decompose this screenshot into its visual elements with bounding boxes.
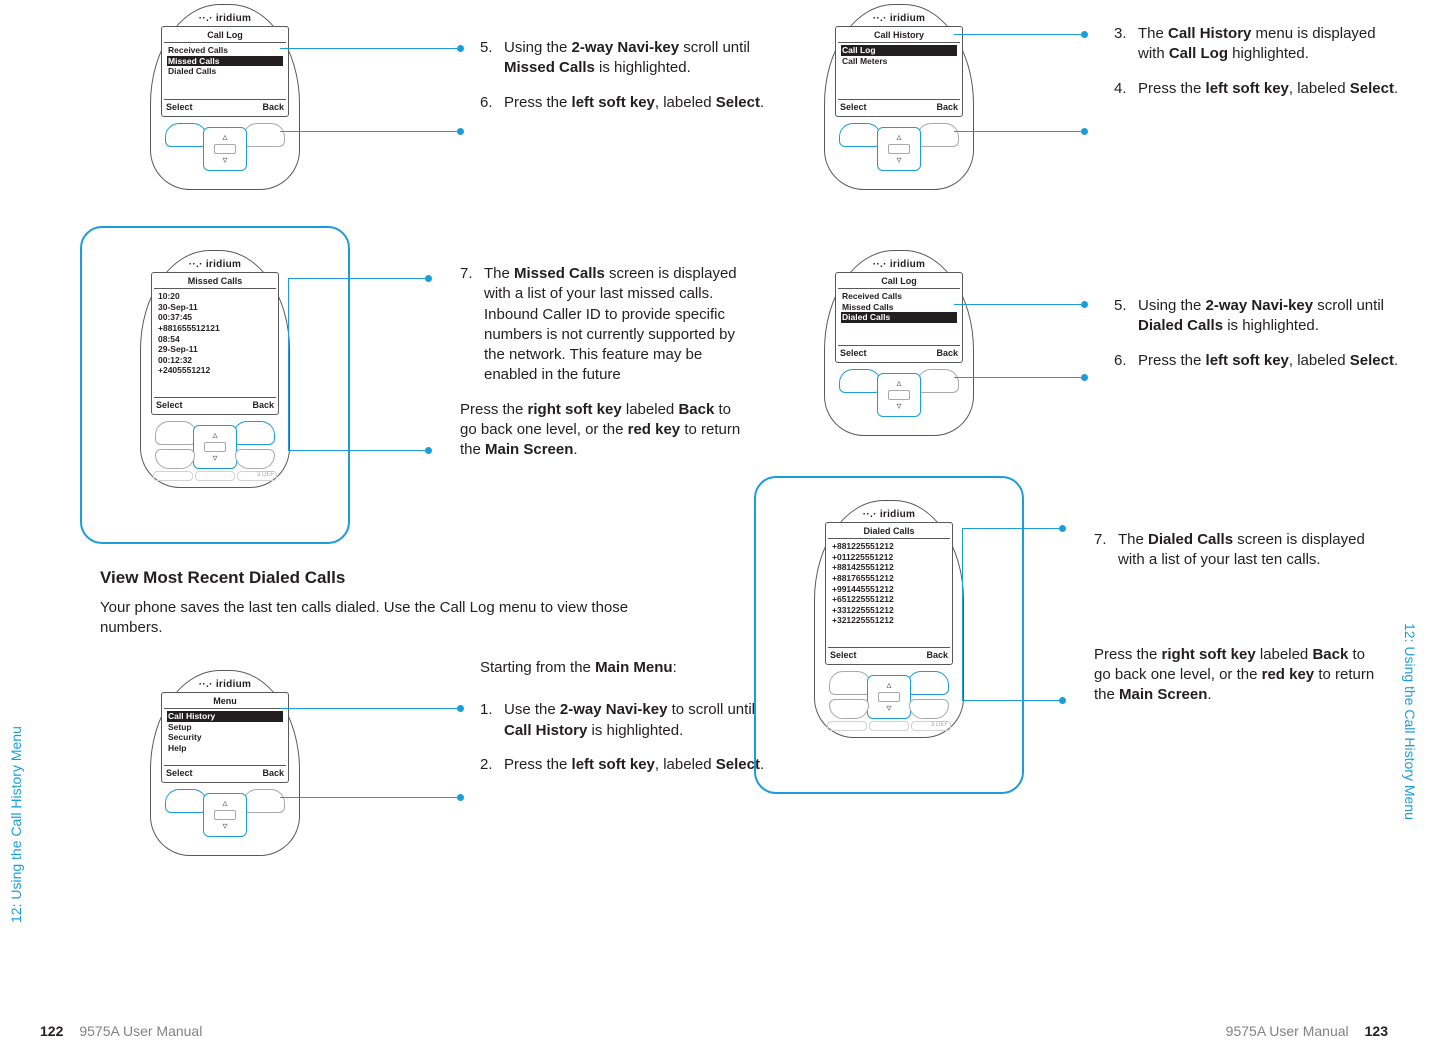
left-soft-key[interactable] — [829, 671, 871, 695]
screen-title: Call History — [838, 29, 960, 43]
navi-key[interactable]: ▵ ▿ — [203, 127, 247, 171]
page-right: 12: Using the Call History Menu iridium … — [714, 0, 1428, 1063]
red-key[interactable] — [909, 699, 949, 719]
navi-key[interactable]: ▵▿ — [867, 675, 911, 719]
row-l2: iridium Missed Calls 10:2030-Sep-1100:37… — [100, 240, 750, 530]
screen-body: Received CallsMissed CallsDialed Calls — [164, 43, 286, 99]
softkey-back-label: Back — [262, 102, 284, 112]
screen-title: Call Log — [838, 275, 960, 289]
left-soft-key[interactable] — [839, 369, 881, 393]
section-heading: View Most Recent Dialed Calls — [100, 568, 660, 588]
row-r1: iridium Call History Call LogCall Meters… — [804, 4, 1404, 190]
note-text: Press the right soft key labeled Back to… — [460, 400, 750, 461]
navi-key[interactable]: ▵▿ — [193, 425, 237, 469]
manual-name: 9575A User Manual — [79, 1023, 202, 1039]
row-l1: iridium Call Log Received CallsMissed Ca… — [130, 4, 770, 190]
left-soft-key[interactable] — [165, 789, 207, 813]
nav-down-icon: ▿ — [222, 155, 227, 166]
navi-key[interactable]: ▵▿ — [877, 127, 921, 171]
green-key[interactable] — [155, 449, 195, 469]
screen-body: +881225551212+011225551212+881425551212+… — [828, 539, 950, 647]
row-r3: iridium Dialed Calls +881225551212+01122… — [774, 490, 1384, 780]
screen-body: Call HistorySetupSecurityHelp — [164, 709, 286, 765]
phone-r3: iridium Dialed Calls +881225551212+01122… — [774, 490, 1004, 780]
red-key[interactable] — [235, 449, 275, 469]
page-number: 122 — [40, 1023, 63, 1039]
screen-body: Received CallsMissed CallsDialed Calls — [838, 289, 960, 345]
phone-l2: iridium Missed Calls 10:2030-Sep-1100:37… — [100, 240, 330, 530]
navi-key[interactable]: ▵▿ — [877, 373, 921, 417]
footer-left: 122 9575A User Manual — [40, 1023, 202, 1039]
steps-r1: 3.The Call History menu is displayed wit… — [1114, 24, 1404, 113]
leader-line — [280, 48, 460, 49]
screen-title: Dialed Calls — [828, 525, 950, 539]
right-soft-key[interactable] — [233, 421, 275, 445]
right-soft-key[interactable] — [243, 789, 285, 813]
right-soft-key[interactable] — [917, 369, 959, 393]
steps-r3: 7.The Dialed Calls screen is displayed w… — [1094, 530, 1384, 719]
spine-label-left: 12: Using the Call History Menu — [8, 623, 30, 923]
screen-body: Call LogCall Meters — [838, 43, 960, 99]
right-soft-key[interactable] — [243, 123, 285, 147]
phone-l1: iridium Call Log Received CallsMissed Ca… — [130, 4, 320, 190]
right-soft-key[interactable] — [907, 671, 949, 695]
phone-r2: iridium Call Log Received CallsMissed Ca… — [804, 250, 994, 436]
note-text: Press the right soft key labeled Back to… — [1094, 645, 1384, 706]
nav-up-icon: ▵ — [222, 132, 227, 143]
left-soft-key[interactable] — [165, 123, 207, 147]
leader-line — [288, 278, 428, 279]
phone-l3: iridium Menu Call HistorySetupSecurityHe… — [130, 670, 320, 856]
screen-title: Call Log — [164, 29, 286, 43]
leader-line — [288, 450, 428, 451]
footer-right: 9575A User Manual 123 — [1226, 1023, 1388, 1039]
phone-r1: iridium Call History Call LogCall Meters… — [804, 4, 994, 190]
page-number: 123 — [1365, 1023, 1388, 1039]
green-key[interactable] — [829, 699, 869, 719]
manual-name: 9575A User Manual — [1226, 1023, 1349, 1039]
section-paragraph: Your phone saves the last ten calls dial… — [100, 598, 660, 639]
softkey-select-label: Select — [166, 102, 193, 112]
row-l3: iridium Menu Call HistorySetupSecurityHe… — [130, 670, 770, 856]
screen-title: Menu — [164, 695, 286, 709]
section-block: View Most Recent Dialed Calls Your phone… — [100, 568, 660, 639]
navi-key[interactable]: ▵▿ — [203, 793, 247, 837]
left-soft-key[interactable] — [839, 123, 881, 147]
row-r2: iridium Call Log Received CallsMissed Ca… — [804, 250, 1404, 436]
steps-l2: 7.The Missed Calls screen is displayed w… — [460, 264, 750, 474]
screen-body: 10:2030-Sep-1100:37:45+88165551212108:54… — [154, 289, 276, 397]
spine-label-right: 12: Using the Call History Menu — [1398, 623, 1420, 923]
steps-r2: 5.Using the 2-way Navi-key scroll until … — [1114, 296, 1404, 385]
right-soft-key[interactable] — [917, 123, 959, 147]
phone-screen: Call Log Received CallsMissed CallsDiale… — [161, 26, 289, 117]
screen-title: Missed Calls — [154, 275, 276, 289]
page-left: 12: Using the Call History Menu iridium … — [0, 0, 714, 1063]
left-soft-key[interactable] — [155, 421, 197, 445]
brand-logo: iridium — [159, 13, 291, 24]
leader-line — [280, 131, 460, 132]
